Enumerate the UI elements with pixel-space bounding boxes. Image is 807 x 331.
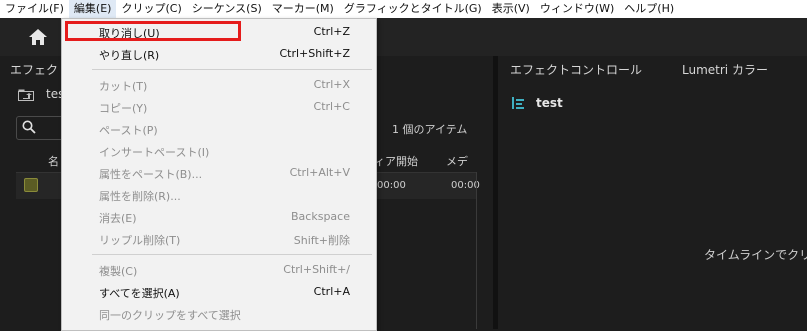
home-icon[interactable] bbox=[28, 28, 48, 46]
edit-menu-dropdown: 取り消し(U) Ctrl+Z やり直し(R) Ctrl+Shift+Z カット(… bbox=[61, 18, 377, 331]
column-header-media[interactable]: メデ bbox=[446, 153, 468, 169]
menu-item-redo[interactable]: やり直し(R) Ctrl+Shift+Z bbox=[62, 43, 376, 65]
menu-item-label: コピー(Y) bbox=[99, 102, 148, 115]
menu-edit[interactable]: 編集(E) bbox=[68, 0, 117, 18]
menu-item-shortcut: Ctrl+X bbox=[313, 78, 350, 91]
menu-graphics[interactable]: グラフィックとタイトル(G) bbox=[339, 0, 487, 18]
menu-item-remove-attributes[interactable]: 属性を削除(R)... bbox=[62, 184, 376, 206]
label-color-swatch[interactable] bbox=[24, 178, 38, 192]
menu-bar: ファイル(F) 編集(E) クリップ(C) シーケンス(S) マーカー(M) グ… bbox=[0, 0, 807, 19]
menu-separator bbox=[92, 69, 372, 70]
menu-item-shortcut: Ctrl+Shift+/ bbox=[283, 263, 350, 276]
project-panel-title[interactable]: エフェク bbox=[10, 61, 58, 78]
menu-item-label: 同一のクリップをすべて選択 bbox=[99, 309, 241, 322]
menu-clip[interactable]: クリップ(C) bbox=[116, 0, 186, 18]
menu-item-paste-attributes[interactable]: 属性をペースト(B)... Ctrl+Alt+V bbox=[62, 162, 376, 184]
column-header-name[interactable]: 名 bbox=[48, 153, 59, 169]
menu-item-select-matching-clips[interactable]: 同一のクリップをすべて選択 bbox=[62, 303, 376, 325]
menu-separator bbox=[92, 254, 372, 255]
menu-item-shortcut: Ctrl+Shift+Z bbox=[279, 47, 350, 60]
menu-item-shortcut: Ctrl+C bbox=[313, 100, 350, 113]
menu-item-shortcut: Backspace bbox=[291, 210, 350, 223]
list-frame-edge bbox=[476, 172, 477, 329]
empty-state-message: タイムラインでクリ bbox=[704, 248, 807, 262]
menu-item-label: インサートペースト(I) bbox=[99, 146, 210, 159]
menu-item-duplicate[interactable]: 複製(C) Ctrl+Shift+/ bbox=[62, 259, 376, 281]
column-header-media-start[interactable]: ィア開始 bbox=[374, 153, 418, 169]
menu-item-shortcut: Shift+削除 bbox=[293, 234, 350, 247]
menu-item-label: ペースト(P) bbox=[99, 124, 158, 137]
tab-effect-controls[interactable]: エフェクトコントロール bbox=[510, 61, 642, 78]
menu-item-copy[interactable]: コピー(Y) Ctrl+C bbox=[62, 96, 376, 118]
folder-up-icon[interactable] bbox=[18, 89, 34, 101]
menu-window[interactable]: ウィンドウ(W) bbox=[535, 0, 619, 18]
menu-sequence[interactable]: シーケンス(S) bbox=[187, 0, 267, 18]
menu-item-label: 属性を削除(R)... bbox=[99, 190, 181, 203]
menu-item-label: すべてを選択(A) bbox=[99, 287, 180, 300]
tab-lumetri-color[interactable]: Lumetri カラー bbox=[682, 61, 768, 78]
item-count: 1 個のアイテム bbox=[392, 123, 468, 136]
search-icon bbox=[22, 120, 36, 134]
menu-item-label: 複製(C) bbox=[99, 265, 138, 278]
menu-file[interactable]: ファイル(F) bbox=[0, 0, 69, 18]
menu-item-shortcut: Ctrl+A bbox=[313, 285, 350, 298]
menu-help[interactable]: ヘルプ(H) bbox=[619, 0, 679, 18]
row-media-start: 00:00 bbox=[377, 180, 406, 191]
menu-item-label: やり直し(R) bbox=[99, 49, 160, 62]
menu-item-ripple-delete[interactable]: リップル削除(T) Shift+削除 bbox=[62, 228, 376, 250]
menu-item-shortcut: Ctrl+Alt+V bbox=[289, 166, 350, 179]
menu-item-cut[interactable]: カット(T) Ctrl+X bbox=[62, 74, 376, 96]
menu-item-label: 属性をペースト(B)... bbox=[99, 168, 203, 181]
menu-item-paste[interactable]: ペースト(P) bbox=[62, 118, 376, 140]
menu-item-select-all[interactable]: すべてを選択(A) Ctrl+A bbox=[62, 281, 376, 303]
menu-item-paste-insert[interactable]: インサートペースト(I) bbox=[62, 140, 376, 162]
menu-item-label: 消去(E) bbox=[99, 212, 137, 225]
highlight-annotation bbox=[65, 21, 241, 41]
menu-item-shortcut: Ctrl+Z bbox=[313, 25, 350, 38]
menu-view[interactable]: 表示(V) bbox=[487, 0, 535, 18]
menu-item-clear[interactable]: 消去(E) Backspace bbox=[62, 206, 376, 228]
menu-item-label: カット(T) bbox=[99, 80, 148, 93]
sequence-icon bbox=[512, 97, 524, 109]
sequence-name: test bbox=[536, 96, 563, 110]
menu-marker[interactable]: マーカー(M) bbox=[267, 0, 339, 18]
menu-item-label: リップル削除(T) bbox=[99, 234, 181, 247]
